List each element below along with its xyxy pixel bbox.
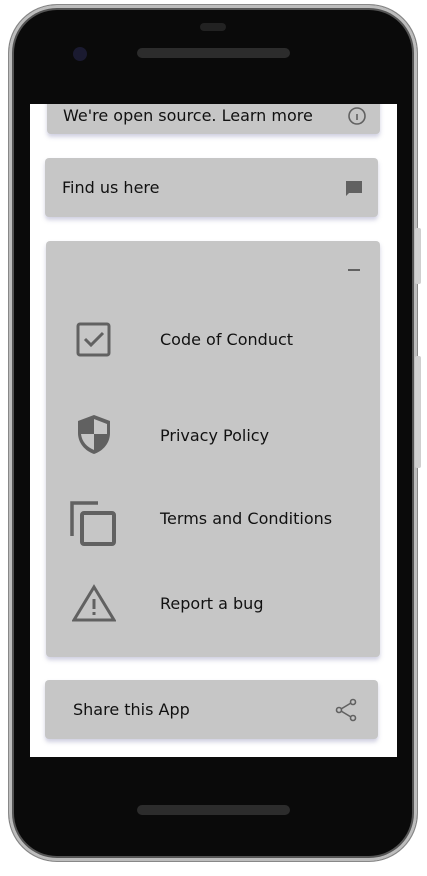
chat-icon (346, 181, 362, 196)
warning-icon (72, 584, 116, 622)
find-us-label: Find us here (62, 178, 160, 197)
privacy-policy-link[interactable]: Privacy Policy (160, 426, 269, 445)
sensor (200, 23, 226, 31)
report-bug-link[interactable]: Report a bug (160, 594, 263, 613)
screen: We're open source. Learn more Find us he… (30, 104, 397, 757)
share-icon[interactable] (334, 698, 358, 722)
share-card[interactable]: Share this App (45, 680, 378, 739)
terms-link[interactable]: Terms and Conditions (160, 509, 332, 528)
volume-button (415, 356, 421, 468)
share-label: Share this App (73, 700, 190, 719)
power-button (415, 228, 421, 284)
copy-icon (70, 501, 116, 546)
open-source-card[interactable]: We're open source. Learn more (47, 104, 380, 134)
minus-icon[interactable] (348, 269, 360, 271)
info-icon[interactable] (347, 106, 367, 126)
shield-icon (78, 415, 110, 454)
code-of-conduct-link[interactable]: Code of Conduct (160, 330, 293, 349)
top-speaker (137, 48, 290, 58)
open-source-label: We're open source. Learn more (63, 106, 313, 125)
checkbox-icon (76, 322, 111, 357)
find-us-card[interactable]: Find us here (45, 158, 378, 217)
bottom-speaker (137, 805, 290, 815)
links-card: Code of Conduct Privacy Policy Terms and… (46, 241, 380, 657)
camera (73, 47, 87, 61)
